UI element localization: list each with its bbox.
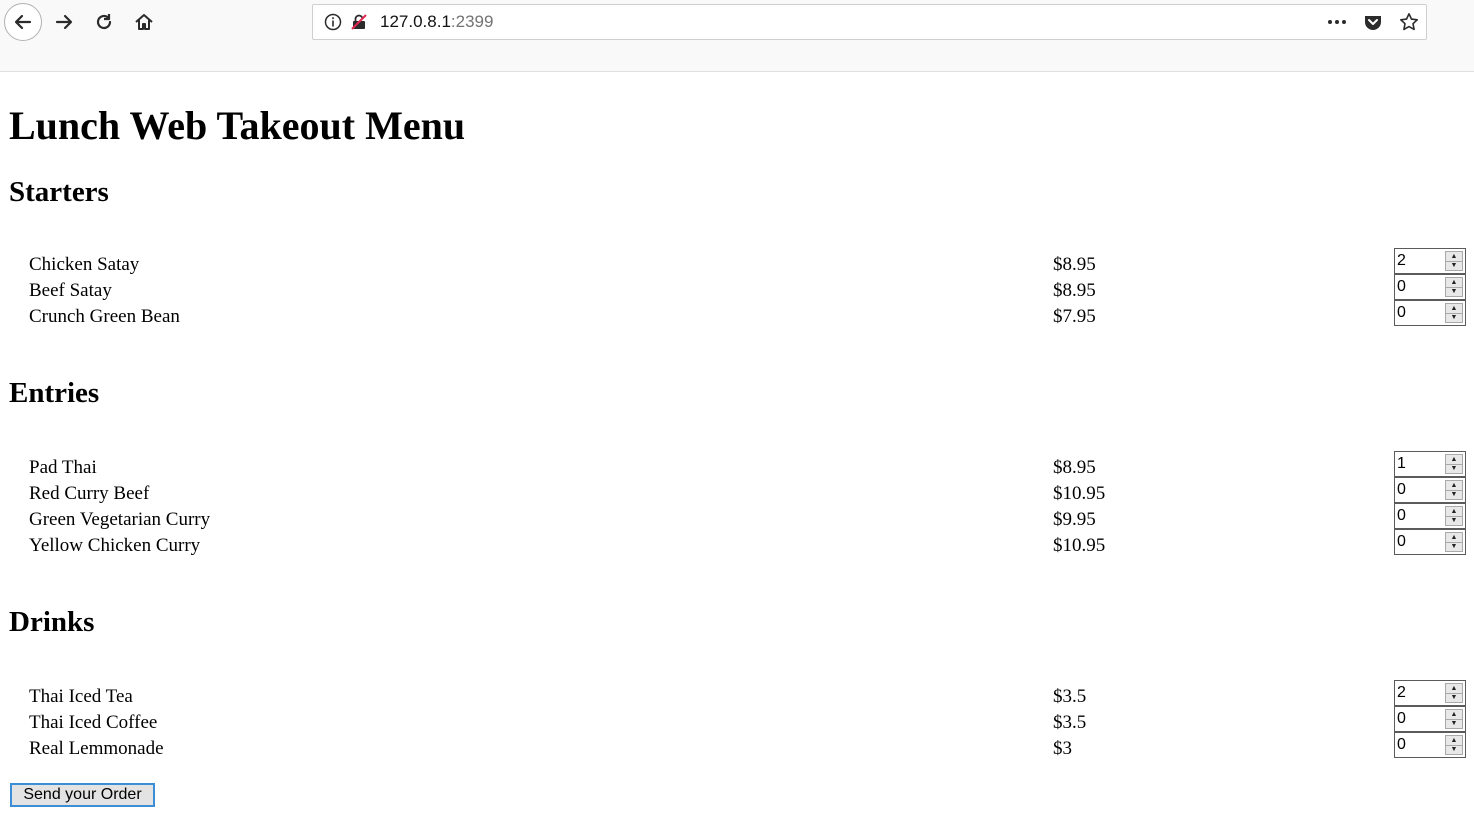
browser-toolbar: 127.0.8.1:2399 xyxy=(0,0,1474,72)
decrement-icon[interactable]: ▼ xyxy=(1445,261,1463,271)
item-name: Beef Satay xyxy=(29,280,112,301)
menu-item-row: Thai Iced Coffee $3.5 0 ▲ ▼ xyxy=(0,706,1474,738)
item-name: Thai Iced Tea xyxy=(29,686,133,707)
menu-item-row: Chicken Satay $8.95 2 ▲ ▼ xyxy=(0,248,1474,280)
increment-icon[interactable]: ▲ xyxy=(1445,277,1463,288)
reload-icon[interactable] xyxy=(86,4,122,40)
increment-icon[interactable]: ▲ xyxy=(1445,454,1463,465)
url-port: :2399 xyxy=(450,12,494,31)
item-price: $8.95 xyxy=(1053,254,1096,275)
item-name: Chicken Satay xyxy=(29,254,140,275)
quantity-value[interactable]: 0 xyxy=(1395,533,1406,551)
star-icon[interactable] xyxy=(1398,11,1420,33)
increment-icon[interactable]: ▲ xyxy=(1445,683,1463,694)
quantity-stepper[interactable]: 0 ▲ ▼ xyxy=(1394,300,1466,326)
increment-icon[interactable]: ▲ xyxy=(1445,480,1463,491)
item-price: $7.95 xyxy=(1053,306,1096,327)
item-price: $8.95 xyxy=(1053,457,1096,478)
quantity-value[interactable]: 0 xyxy=(1395,481,1406,499)
item-price: $10.95 xyxy=(1053,483,1106,504)
decrement-icon[interactable]: ▼ xyxy=(1445,693,1463,703)
quantity-stepper[interactable]: 0 ▲ ▼ xyxy=(1394,529,1466,555)
forward-arrow-icon[interactable] xyxy=(46,4,82,40)
page-content: Lunch Web Takeout Menu Starters Chicken … xyxy=(0,72,1474,813)
decrement-icon[interactable]: ▼ xyxy=(1445,745,1463,755)
pocket-icon[interactable] xyxy=(1362,11,1384,33)
increment-icon[interactable]: ▲ xyxy=(1445,735,1463,746)
item-name: Yellow Chicken Curry xyxy=(29,535,201,556)
item-name: Red Curry Beef xyxy=(29,483,150,504)
item-name: Green Vegetarian Curry xyxy=(29,509,211,530)
item-price: $3.5 xyxy=(1053,712,1087,733)
menu-item-row: Real Lemmonade $3 0 ▲ ▼ xyxy=(0,732,1474,764)
menu-item-row: Thai Iced Tea $3.5 2 ▲ ▼ xyxy=(0,680,1474,712)
decrement-icon[interactable]: ▼ xyxy=(1445,719,1463,729)
quantity-stepper[interactable]: 2 ▲ ▼ xyxy=(1394,248,1466,274)
quantity-stepper[interactable]: 0 ▲ ▼ xyxy=(1394,274,1466,300)
item-name: Crunch Green Bean xyxy=(29,306,180,327)
item-name: Real Lemmonade xyxy=(29,738,164,759)
insecure-lock-icon[interactable] xyxy=(348,11,370,33)
back-arrow-icon[interactable] xyxy=(4,3,42,41)
increment-icon[interactable]: ▲ xyxy=(1445,251,1463,262)
increment-icon[interactable]: ▲ xyxy=(1445,532,1463,543)
decrement-icon[interactable]: ▼ xyxy=(1445,464,1463,474)
section-heading-starters: Starters xyxy=(9,176,109,208)
item-price: $3 xyxy=(1053,738,1072,759)
increment-icon[interactable]: ▲ xyxy=(1445,709,1463,720)
menu-item-row: Green Vegetarian Curry $9.95 0 ▲ ▼ xyxy=(0,503,1474,535)
menu-item-row: Beef Satay $8.95 0 ▲ ▼ xyxy=(0,274,1474,306)
item-price: $9.95 xyxy=(1053,509,1096,530)
section-heading-drinks: Drinks xyxy=(9,606,95,638)
menu-item-row: Yellow Chicken Curry $10.95 0 ▲ ▼ xyxy=(0,529,1474,561)
url-bar[interactable]: 127.0.8.1:2399 xyxy=(312,4,1427,40)
decrement-icon[interactable]: ▼ xyxy=(1445,516,1463,526)
info-icon[interactable] xyxy=(322,11,344,33)
decrement-icon[interactable]: ▼ xyxy=(1445,287,1463,297)
home-icon[interactable] xyxy=(126,4,162,40)
item-price: $8.95 xyxy=(1053,280,1096,301)
section-heading-entries: Entries xyxy=(9,377,100,409)
item-name: Thai Iced Coffee xyxy=(29,712,158,733)
send-order-button[interactable]: Send your Order xyxy=(10,783,155,807)
quantity-value[interactable]: 0 xyxy=(1395,736,1406,754)
quantity-value[interactable]: 1 xyxy=(1395,455,1406,473)
quantity-value[interactable]: 0 xyxy=(1395,710,1406,728)
item-price: $3.5 xyxy=(1053,686,1087,707)
url-host: 127.0.8.1 xyxy=(380,12,451,31)
quantity-stepper[interactable]: 2 ▲ ▼ xyxy=(1394,680,1466,706)
quantity-value[interactable]: 2 xyxy=(1395,684,1406,702)
increment-icon[interactable]: ▲ xyxy=(1445,303,1463,314)
item-name: Pad Thai xyxy=(29,457,97,478)
quantity-value[interactable]: 0 xyxy=(1395,304,1406,322)
menu-item-row: Pad Thai $8.95 1 ▲ ▼ xyxy=(0,451,1474,483)
quantity-value[interactable]: 0 xyxy=(1395,507,1406,525)
menu-item-row: Crunch Green Bean $7.95 0 ▲ ▼ xyxy=(0,300,1474,332)
quantity-stepper[interactable]: 0 ▲ ▼ xyxy=(1394,477,1466,503)
menu-item-row: Red Curry Beef $10.95 0 ▲ ▼ xyxy=(0,477,1474,509)
quantity-stepper[interactable]: 0 ▲ ▼ xyxy=(1394,732,1466,758)
increment-icon[interactable]: ▲ xyxy=(1445,506,1463,517)
more-icon[interactable] xyxy=(1326,11,1348,33)
quantity-stepper[interactable]: 1 ▲ ▼ xyxy=(1394,451,1466,477)
quantity-value[interactable]: 0 xyxy=(1395,278,1406,296)
quantity-value[interactable]: 2 xyxy=(1395,252,1406,270)
decrement-icon[interactable]: ▼ xyxy=(1445,490,1463,500)
item-price: $10.95 xyxy=(1053,535,1106,556)
page-title: Lunch Web Takeout Menu xyxy=(9,103,466,148)
quantity-stepper[interactable]: 0 ▲ ▼ xyxy=(1394,706,1466,732)
decrement-icon[interactable]: ▼ xyxy=(1445,313,1463,323)
decrement-icon[interactable]: ▼ xyxy=(1445,542,1463,552)
quantity-stepper[interactable]: 0 ▲ ▼ xyxy=(1394,503,1466,529)
